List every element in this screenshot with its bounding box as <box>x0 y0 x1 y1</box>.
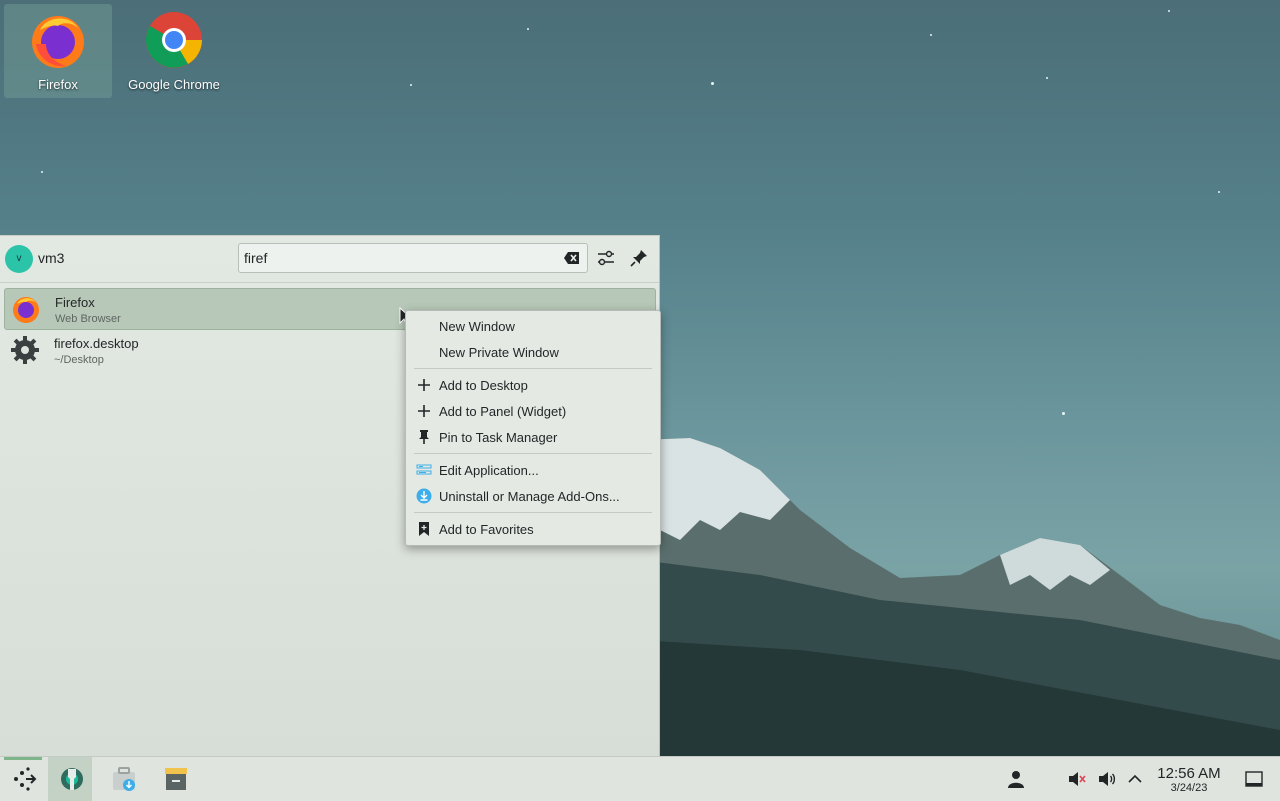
edit-app-icon <box>416 464 432 475</box>
desktop-icon-label: Google Chrome <box>128 77 220 92</box>
download-icon <box>416 488 432 504</box>
expand-tray-icon[interactable] <box>1125 769 1145 789</box>
menu-item-add-to-favorites[interactable]: Add to Favorites <box>406 517 660 541</box>
bookmark-icon <box>419 522 429 536</box>
pin-icon <box>419 430 429 444</box>
menu-item-label: New Window <box>439 319 515 334</box>
menu-item-label: Add to Favorites <box>439 522 534 537</box>
menu-item-label: Edit Application... <box>439 463 539 478</box>
chrome-icon <box>146 12 202 68</box>
system-settings-icon <box>61 768 83 790</box>
username: vm3 <box>38 250 65 266</box>
gear-icon <box>11 336 39 364</box>
firefox-icon <box>13 297 39 323</box>
menu-separator <box>414 512 652 513</box>
desktop-icon-firefox[interactable]: Firefox <box>4 4 112 98</box>
menu-item-new-private-window[interactable]: New Private Window <box>406 340 660 364</box>
menu-item-edit-application[interactable]: Edit Application... <box>406 458 660 482</box>
plus-icon <box>418 405 430 417</box>
result-subtitle: ~/Desktop <box>54 354 104 366</box>
result-subtitle: Web Browser <box>55 313 121 325</box>
menu-item-label: Add to Panel (Widget) <box>439 404 567 419</box>
result-name: firefox.desktop <box>54 336 139 351</box>
mic-muted-icon[interactable] <box>1066 769 1086 789</box>
show-desktop-icon[interactable] <box>1244 769 1264 789</box>
menu-item-new-window[interactable]: New Window <box>406 314 660 338</box>
launcher-header: v vm3 <box>0 236 659 283</box>
desktop-icon-google-chrome[interactable]: Google Chrome <box>120 4 228 98</box>
result-name: Firefox <box>55 295 95 310</box>
menu-item-add-to-desktop[interactable]: Add to Desktop <box>406 373 660 397</box>
context-menu: New Window New Private Window Add to Des… <box>405 310 661 546</box>
menu-separator <box>414 453 652 454</box>
clear-search-icon[interactable] <box>563 250 581 266</box>
user-icon[interactable] <box>1006 769 1026 789</box>
discover-store-icon <box>113 767 135 791</box>
menu-item-label: Add to Desktop <box>439 378 528 393</box>
file-archiver-icon <box>165 768 187 790</box>
taskbar: 12:56 AM 3/24/23 <box>0 756 1280 801</box>
volume-icon[interactable] <box>1097 769 1117 789</box>
plus-icon <box>418 379 430 391</box>
taskbar-file-archiver[interactable] <box>152 757 196 801</box>
clock-time[interactable]: 12:56 AM <box>1150 765 1228 782</box>
desktop-icon-label: Firefox <box>38 77 78 92</box>
menu-separator <box>414 368 652 369</box>
menu-item-uninstall-manage-addons[interactable]: Uninstall or Manage Add-Ons... <box>406 484 660 508</box>
menu-item-label: Uninstall or Manage Add-Ons... <box>439 489 620 504</box>
avatar[interactable]: v <box>5 245 33 273</box>
menu-item-add-to-panel[interactable]: Add to Panel (Widget) <box>406 399 660 423</box>
taskbar-system-settings[interactable] <box>48 757 92 801</box>
firefox-icon <box>32 16 84 68</box>
menu-item-pin-to-task-manager[interactable]: Pin to Task Manager <box>406 425 660 449</box>
application-launcher-button[interactable] <box>0 757 44 801</box>
configure-icon[interactable] <box>595 247 617 269</box>
pin-launcher-icon[interactable] <box>628 247 650 269</box>
menu-item-label: Pin to Task Manager <box>439 430 558 445</box>
search-box[interactable] <box>238 243 588 273</box>
taskbar-discover[interactable] <box>100 757 144 801</box>
application-launcher-icon <box>14 767 37 791</box>
clock-date[interactable]: 3/24/23 <box>1150 782 1228 794</box>
search-input[interactable] <box>244 248 544 268</box>
menu-item-label: New Private Window <box>439 345 559 360</box>
